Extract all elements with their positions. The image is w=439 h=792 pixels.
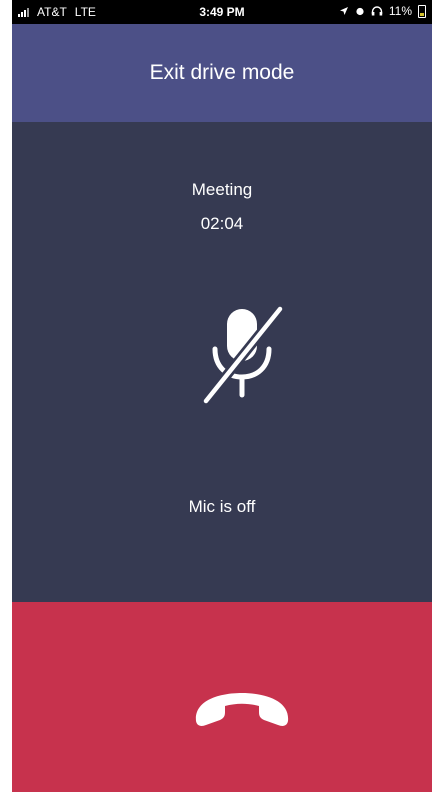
status-right: 11% [339,4,426,18]
meeting-title: Meeting [191,180,253,199]
exit-drive-mode-label: Exit drive mode [149,61,295,84]
drive-mode-screen: AT&T LTE 3:49 PM 11% Exit drive mode Mee… [12,0,432,792]
headphones-icon [371,6,383,16]
hang-up-icon [195,693,289,726]
exit-drive-mode-button[interactable]: Exit drive mode [12,24,432,122]
mic-status-label: Mic is off [188,497,256,516]
end-call-bar[interactable] [12,602,432,792]
status-bar: AT&T LTE 3:49 PM 11% [12,0,432,24]
meeting-timer: 02:04 [200,214,244,233]
mic-off-icon [202,305,284,405]
battery-percent: 11% [388,4,412,18]
alarm-icon [356,7,364,16]
end-call-button[interactable] [182,674,302,744]
battery-icon [418,4,426,18]
location-arrow-icon [339,7,348,15]
mic-toggle-button[interactable] [190,300,294,410]
